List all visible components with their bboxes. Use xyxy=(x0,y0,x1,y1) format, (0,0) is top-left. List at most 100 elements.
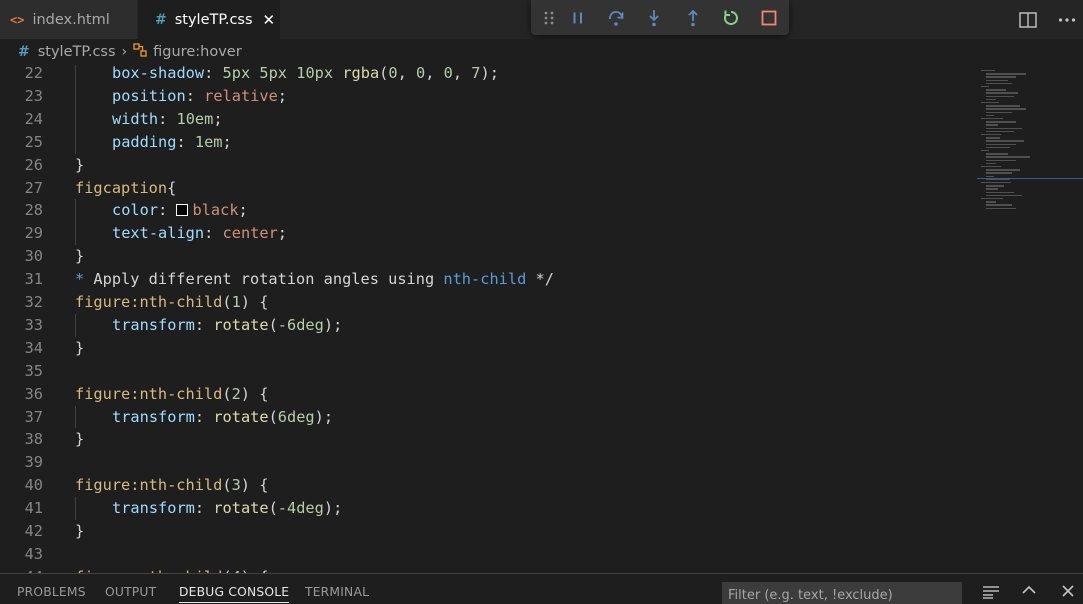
code-line[interactable]: 31 * Apply different rotation angles usin… xyxy=(0,268,975,291)
code-text: transform: rotate(6deg); xyxy=(112,406,333,429)
code-line[interactable]: 25 padding: 1em; xyxy=(0,130,975,154)
code-editor[interactable]: 22 box-shadow: 5px 5px 10px rgba(0, 0, 0,… xyxy=(0,65,1083,573)
minimap-line xyxy=(986,76,1016,78)
breadcrumb-symbol[interactable]: figure:hover xyxy=(153,44,242,60)
minimap-line xyxy=(986,175,994,177)
filter-input[interactable] xyxy=(722,582,962,604)
minimap-line xyxy=(986,204,1012,206)
minimap[interactable] xyxy=(977,65,1083,573)
line-number: 34 xyxy=(24,338,43,357)
line-number: 37 xyxy=(24,407,43,426)
code-token: width xyxy=(112,109,159,128)
more-actions-icon[interactable] xyxy=(1058,0,1076,39)
code-line[interactable]: 27 figcaption{ xyxy=(0,177,975,200)
step-out-icon[interactable] xyxy=(682,7,704,29)
code-text: color: black; xyxy=(112,199,248,222)
minimap-line xyxy=(986,185,1004,187)
code-token: 0 xyxy=(443,65,453,82)
drag-handle-icon[interactable] xyxy=(538,7,560,29)
split-editor-icon[interactable] xyxy=(1019,0,1037,39)
stop-icon[interactable] xyxy=(758,7,780,29)
minimap-line xyxy=(986,95,1014,97)
restart-icon[interactable] xyxy=(720,7,742,29)
code-token: color xyxy=(112,201,159,220)
code-token: } xyxy=(75,522,85,540)
code-text: } xyxy=(75,245,84,268)
pause-icon[interactable] xyxy=(567,7,589,29)
code-line[interactable]: 43 xyxy=(0,543,975,566)
code-line[interactable]: 37 transform: rotate(6deg); xyxy=(0,405,975,429)
code-token: ( xyxy=(222,293,232,311)
code-token: position xyxy=(112,86,186,105)
close-panel-icon[interactable] xyxy=(1058,585,1078,603)
code-line[interactable]: 42} xyxy=(0,520,975,543)
tab-terminal[interactable]: TERMINAL xyxy=(305,585,369,599)
chevron-up-icon[interactable] xyxy=(1019,585,1039,603)
code-line[interactable]: 35 xyxy=(0,360,975,383)
line-number: 42 xyxy=(24,522,43,540)
symbol-class-icon xyxy=(133,43,147,61)
line-number: 41 xyxy=(24,499,43,518)
code-line[interactable]: 38} xyxy=(0,428,975,451)
code-token: rotate xyxy=(213,315,269,334)
code-line[interactable]: 24 width: 10em; xyxy=(0,107,975,131)
minimap-line xyxy=(986,79,1008,81)
code-line[interactable]: 26} xyxy=(0,154,975,177)
code-line[interactable]: 28 color: black; xyxy=(0,199,975,223)
code-line[interactable]: 33 transform: rotate(-6deg); xyxy=(0,313,975,337)
code-text: transform: rotate(-4deg); xyxy=(112,497,342,520)
code-line[interactable]: 30} xyxy=(0,245,975,268)
code-token: ) { xyxy=(240,384,269,403)
code-token: ( xyxy=(268,407,278,426)
minimap-line xyxy=(986,73,1026,75)
code-token: transform xyxy=(112,315,195,334)
code-token: 2 xyxy=(231,384,241,403)
code-token: figure:nth-child xyxy=(75,293,223,311)
line-number: 31 xyxy=(24,270,43,289)
tab-debug-console[interactable]: DEBUG CONSOLE xyxy=(179,585,290,603)
tab-output[interactable]: OUTPUT xyxy=(105,585,156,599)
code-token: ); xyxy=(314,407,334,426)
code-token: 0 xyxy=(416,65,426,82)
code-line[interactable]: 40 figure:nth-child(3) { xyxy=(0,474,975,497)
code-line[interactable]: 34} xyxy=(0,337,975,360)
indent-guide xyxy=(75,222,76,246)
tab-problems[interactable]: PROBLEMS xyxy=(17,585,86,599)
indent-guide xyxy=(75,199,76,223)
step-over-icon[interactable] xyxy=(605,7,627,29)
code-line[interactable]: 41 transform: rotate(-4deg); xyxy=(0,497,975,520)
code-token: 7 xyxy=(471,65,481,82)
color-swatch[interactable] xyxy=(176,204,189,217)
tab-style-tp-css[interactable]: # styleTP.css ✕ xyxy=(138,0,280,39)
word-wrap-icon[interactable] xyxy=(981,585,1001,603)
code-token: 3 xyxy=(231,476,241,495)
step-into-icon[interactable] xyxy=(643,7,665,29)
code-text: * Apply different rotation angles using … xyxy=(75,268,554,291)
indent-guide xyxy=(75,313,76,337)
code-line[interactable]: 22 box-shadow: 5px 5px 10px rgba(0, 0, 0,… xyxy=(0,65,975,85)
code-line[interactable]: 36 figure:nth-child(2) { xyxy=(0,383,975,406)
code-token: ; xyxy=(238,201,248,220)
minimap-line xyxy=(986,108,1026,110)
code-token: Apply different rotation angles using xyxy=(93,270,444,289)
code-line[interactable]: 29 text-align: center; xyxy=(0,222,975,246)
line-number: 26 xyxy=(24,155,43,174)
code-token: rotate xyxy=(213,499,269,518)
code-token: 10px xyxy=(296,65,334,82)
code-token: } xyxy=(75,247,85,266)
tab-index-html[interactable]: <> index.html xyxy=(0,0,137,39)
code-token: transform xyxy=(112,499,195,518)
line-number: 36 xyxy=(24,384,43,403)
indent-guide xyxy=(75,497,76,520)
code-text: figcaption{ xyxy=(75,177,176,200)
code-line[interactable]: 23 position: relative; xyxy=(0,84,975,108)
minimap-line xyxy=(986,111,1012,113)
close-icon[interactable]: ✕ xyxy=(263,11,276,29)
breadcrumb-file[interactable]: styleTP.css xyxy=(38,44,116,60)
code-token: , xyxy=(397,65,417,82)
code-line[interactable]: 39 xyxy=(0,451,975,474)
code-line[interactable]: 32 figure:nth-child(1) { xyxy=(0,291,975,314)
code-text: width: 10em; xyxy=(112,108,223,131)
code-line[interactable]: 44 figure:nth-child(4) { xyxy=(0,566,975,573)
minimap-line xyxy=(986,137,1000,139)
